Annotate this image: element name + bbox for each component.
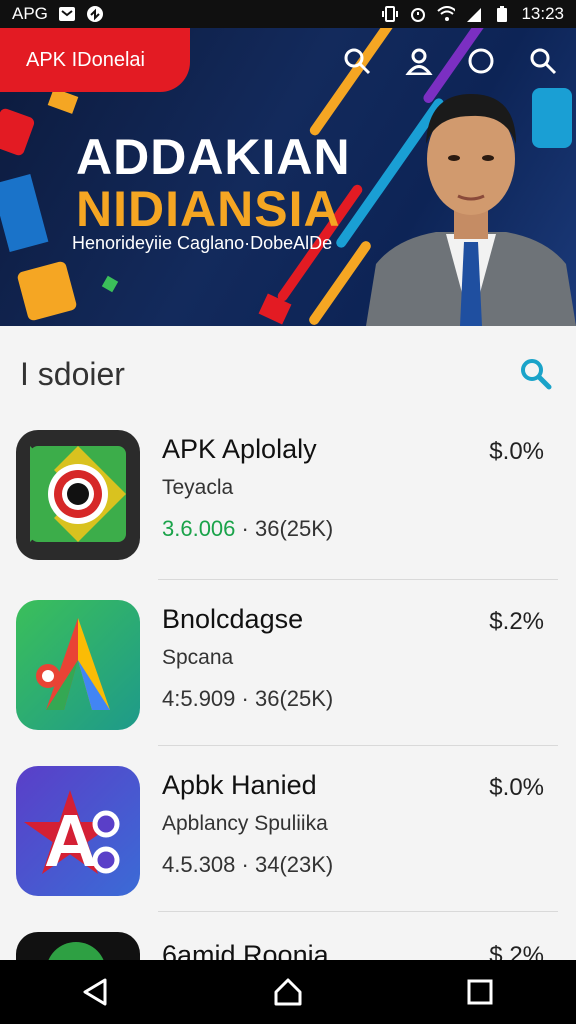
app-meta: 4.5.308 · 34(23K) (162, 852, 333, 878)
app-developer: Teyacla (162, 476, 234, 499)
decor-tile (532, 88, 572, 148)
app-name: Apbk Hanied (162, 770, 317, 800)
alarm-icon (409, 5, 427, 23)
list-item[interactable]: Bnolcdagse Spcana 4:5.909 · 36(25K) $.2% (0, 600, 576, 766)
battery-icon (493, 5, 511, 23)
decor-tile (0, 174, 49, 252)
list-divider (158, 745, 558, 746)
banner-subline: Henorideyiie Caglano·DobeAlDe (72, 233, 333, 253)
carrier-label: APG (12, 4, 48, 23)
app-size: 36(25K) (254, 686, 334, 711)
app-price: $.2% (489, 942, 544, 960)
app-name: APK Aplolaly (162, 434, 317, 464)
decor-tile (101, 275, 119, 293)
vibrate-icon (381, 5, 399, 23)
banner-headline: ADDAKIAN (76, 129, 351, 185)
app-icon: A (16, 766, 140, 896)
clock: 13:23 (521, 4, 564, 23)
app-version: 4.5.308 (162, 852, 236, 877)
status-bar: APG 13:23 (0, 0, 576, 28)
app-icon (16, 430, 140, 560)
home-icon[interactable] (268, 972, 308, 1012)
decor-tile (0, 107, 36, 157)
brand-logo[interactable]: APK IDonelai (0, 28, 190, 92)
meta-separator: · (241, 852, 249, 877)
back-icon[interactable] (76, 972, 116, 1012)
search-icon[interactable] (518, 356, 554, 392)
meta-separator: · (241, 686, 249, 711)
search-bar[interactable]: I sdoier (0, 326, 576, 422)
app-developer: Spcana (162, 646, 234, 669)
app-name: Bnolcdagse (162, 604, 304, 634)
list-divider (158, 911, 558, 912)
app-meta: 3.6.006 · 36(25K) (162, 516, 333, 542)
app-price: $.2% (489, 608, 544, 635)
app-size: 36(25K) (254, 516, 334, 541)
sync-notification-icon (86, 5, 104, 23)
app-name: 6amid Roonia (162, 940, 329, 960)
search-input[interactable]: I sdoier (20, 356, 125, 393)
system-nav-bar (0, 960, 576, 1024)
list-item[interactable]: A Apbk Hanied Apblancy Spuliika 4.5.308 … (0, 766, 576, 932)
list-divider (158, 579, 558, 580)
app-price: $.0% (489, 438, 544, 465)
app-meta: 4:5.909 · 36(25K) (162, 686, 333, 712)
svg-text:A: A (44, 799, 97, 882)
app-version: 4:5.909 (162, 686, 236, 711)
list-item[interactable]: APK Aplolaly Teyacla 3.6.006 · 36(25K) $… (0, 430, 576, 596)
recents-icon[interactable] (460, 972, 500, 1012)
message-notification-icon (58, 5, 76, 23)
app-version: 3.6.006 (162, 516, 236, 541)
decor-tile (16, 260, 78, 322)
app-price: $.0% (489, 774, 544, 801)
list-item[interactable]: 6amid Roonia $.2% (0, 932, 576, 960)
brand-name: APK IDonelai (26, 48, 145, 71)
meta-separator: · (241, 516, 249, 541)
app-developer: Apblancy Spuliika (162, 812, 328, 835)
banner-headline-accent: NIDIANSIA (76, 181, 341, 237)
app-size: 34(23K) (254, 852, 334, 877)
signal-icon (465, 5, 483, 23)
app-icon (16, 932, 140, 960)
promo-banner[interactable]: APK IDonelai ADDAKIAN NIDIANSIA Henoride… (0, 28, 576, 326)
app-icon (16, 600, 140, 730)
wifi-icon (437, 5, 456, 23)
